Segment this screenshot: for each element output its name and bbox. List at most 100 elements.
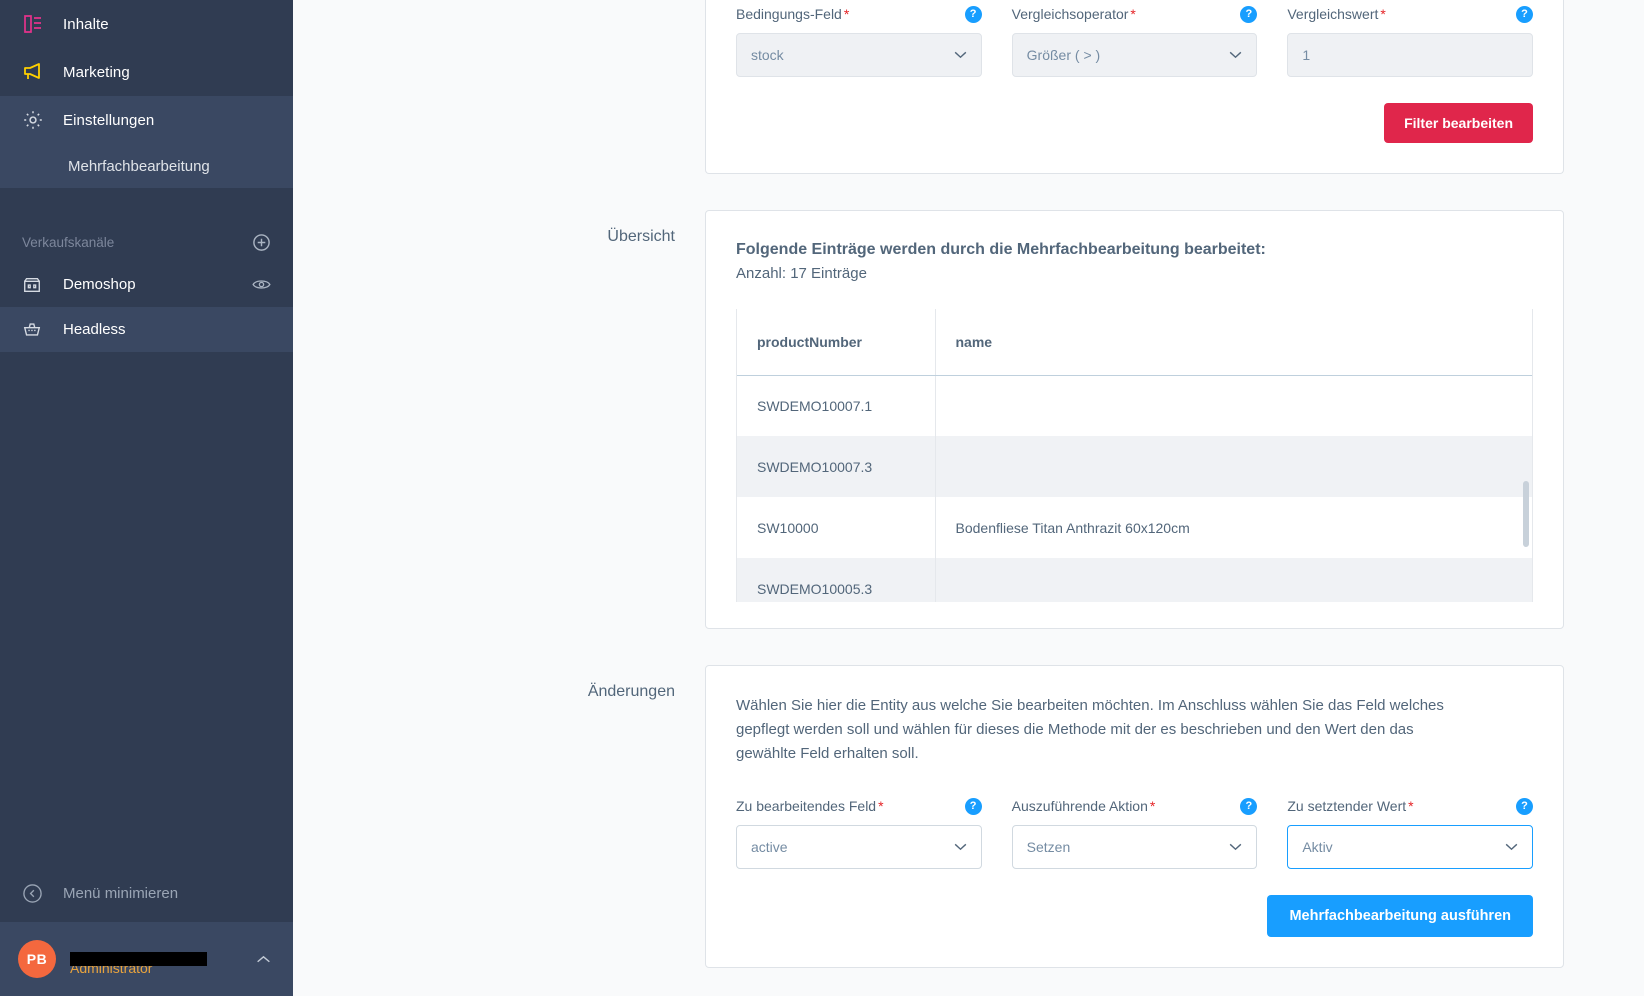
select-auszufuehrende-aktion[interactable]: Setzen xyxy=(1012,825,1258,869)
minimize-menu-button[interactable]: Menü minimieren xyxy=(0,864,293,922)
changes-section-label: Änderungen xyxy=(293,665,705,968)
field-vergleichsoperator: Vergleichsoperator* ? Größer ( > ) xyxy=(1012,0,1258,77)
content-column: Bedingungs-Feld* ? stock xyxy=(293,0,1644,968)
field-zu-bearbeitendes-feld: Zu bearbeitendes Feld* ? active xyxy=(736,792,982,869)
cell-productnumber: SW10000 xyxy=(737,497,935,558)
changes-section: Änderungen Wählen Sie hier die Entity au… xyxy=(293,665,1644,968)
avatar-initials: PB xyxy=(27,951,47,967)
cell-productnumber: SWDEMO10005.3 xyxy=(737,558,935,602)
overview-table-wrap: productNumber name SWDEMO10007.1 xyxy=(736,309,1533,602)
user-meta: Administrator xyxy=(70,941,256,978)
chevron-down-icon xyxy=(1229,51,1242,59)
storefront-icon xyxy=(22,275,48,295)
overview-section: Übersicht Folgende Einträge werden durch… xyxy=(293,210,1644,629)
minimize-menu-label: Menü minimieren xyxy=(63,885,178,902)
sidebar: Inhalte Marketing Eins xyxy=(0,0,293,996)
sidebar-divider xyxy=(0,188,293,222)
cell-name xyxy=(935,436,1532,497)
table-scrollbar[interactable] xyxy=(1521,309,1531,602)
required-marker: * xyxy=(1130,6,1135,22)
chevron-down-icon xyxy=(954,843,967,851)
table-row[interactable]: SWDEMO10007.3 xyxy=(737,436,1532,497)
select-zu-bearbeitendes-feld[interactable]: active xyxy=(736,825,982,869)
question-icon[interactable]: ? xyxy=(1516,6,1533,23)
required-marker: * xyxy=(878,798,883,814)
field-zu-setztender-wert: Zu setztender Wert* ? Aktiv xyxy=(1287,792,1533,869)
chevron-up-icon[interactable] xyxy=(256,955,275,964)
select-value: Setzen xyxy=(1027,839,1230,855)
filter-section-label xyxy=(293,0,705,174)
sidebar-section-verkaufskanaele: Verkaufskanäle xyxy=(0,222,293,262)
table-header-row: productNumber name xyxy=(737,309,1532,375)
question-icon[interactable]: ? xyxy=(1240,6,1257,23)
column-header-name[interactable]: name xyxy=(935,309,1532,375)
field-label: Zu setztender Wert* xyxy=(1287,798,1413,814)
input-vergleichswert[interactable]: 1 xyxy=(1287,33,1533,77)
gear-icon xyxy=(22,109,48,131)
filter-bearbeiten-button[interactable]: Filter bearbeiten xyxy=(1384,103,1533,143)
sidebar-channel-label: Headless xyxy=(63,321,126,338)
field-label: Auszuführende Aktion* xyxy=(1012,798,1156,814)
overview-table: productNumber name SWDEMO10007.1 xyxy=(737,309,1532,602)
cell-name: Bodenfliese Titan Anthrazit 60x120cm xyxy=(935,497,1532,558)
select-value: Größer ( > ) xyxy=(1027,47,1230,63)
changes-section-body: Wählen Sie hier die Entity aus welche Si… xyxy=(705,665,1564,968)
select-bedingungs-feld[interactable]: stock xyxy=(736,33,982,77)
table-row[interactable]: SWDEMO10007.1 xyxy=(737,375,1532,436)
cell-productnumber: SWDEMO10007.1 xyxy=(737,375,935,436)
sidebar-channel-headless[interactable]: Headless xyxy=(0,307,293,352)
question-icon[interactable]: ? xyxy=(1240,798,1257,815)
question-icon[interactable]: ? xyxy=(965,798,982,815)
changes-description: Wählen Sie hier die Entity aus welche Si… xyxy=(736,694,1448,766)
eye-icon[interactable] xyxy=(252,278,271,291)
select-value: Aktiv xyxy=(1302,839,1505,855)
sidebar-channel-demoshop[interactable]: Demoshop xyxy=(0,262,293,307)
plus-circle-icon[interactable] xyxy=(252,233,271,252)
question-icon[interactable]: ? xyxy=(965,6,982,23)
field-vergleichswert: Vergleichswert* ? 1 xyxy=(1287,0,1533,77)
select-value: active xyxy=(751,839,954,855)
field-auszufuehrende-aktion: Auszuführende Aktion* ? Setzen xyxy=(1012,792,1258,869)
table-row[interactable]: SW10000 Bodenfliese Titan Anthrazit 60x1… xyxy=(737,497,1532,558)
field-label: Bedingungs-Feld* xyxy=(736,6,849,22)
filter-button-row: Filter bearbeiten xyxy=(736,103,1533,143)
sidebar-item-inhalte[interactable]: Inhalte xyxy=(0,0,293,48)
required-marker: * xyxy=(1380,6,1385,22)
required-marker: * xyxy=(1150,798,1155,814)
sidebar-section-title: Verkaufskanäle xyxy=(22,235,114,250)
sidebar-item-marketing[interactable]: Marketing xyxy=(0,48,293,96)
question-icon[interactable]: ? xyxy=(1516,798,1533,815)
user-menu[interactable]: PB Administrator xyxy=(0,922,293,996)
sidebar-spacer xyxy=(0,352,293,864)
avatar: PB xyxy=(18,940,56,978)
sidebar-item-label: Inhalte xyxy=(63,16,109,33)
field-label: Zu bearbeitendes Feld* xyxy=(736,798,884,814)
cell-name xyxy=(935,375,1532,436)
app-root: Inhalte Marketing Eins xyxy=(0,0,1644,996)
sidebar-item-einstellungen[interactable]: Einstellungen xyxy=(0,96,293,144)
field-label: Vergleichswert* xyxy=(1287,6,1386,22)
column-header-productnumber[interactable]: productNumber xyxy=(737,309,935,375)
select-zu-setztender-wert[interactable]: Aktiv xyxy=(1287,825,1533,869)
overview-section-body: Folgende Einträge werden durch die Mehrf… xyxy=(705,210,1564,629)
megaphone-icon xyxy=(22,61,48,83)
main-content: Bedingungs-Feld* ? stock xyxy=(293,0,1644,996)
basket-icon xyxy=(22,320,48,339)
redaction-bar xyxy=(70,952,207,966)
table-row[interactable]: SWDEMO10005.3 xyxy=(737,558,1532,602)
sidebar-item-mehrfachbearbeitung[interactable]: Mehrfachbearbeitung xyxy=(0,144,293,188)
sidebar-channel-label: Demoshop xyxy=(63,276,136,293)
chevron-down-icon xyxy=(954,51,967,59)
changes-button-row: Mehrfachbearbeitung ausführen xyxy=(736,895,1533,937)
overview-card: Folgende Einträge werden durch die Mehrf… xyxy=(705,210,1564,629)
required-marker: * xyxy=(1408,798,1413,814)
select-value: stock xyxy=(751,47,954,63)
table-scrollbar-thumb[interactable] xyxy=(1523,481,1529,547)
mehrfachbearbeitung-ausfuehren-button[interactable]: Mehrfachbearbeitung ausführen xyxy=(1267,895,1533,937)
chevron-left-circle-icon xyxy=(22,883,48,904)
filter-card: Bedingungs-Feld* ? stock xyxy=(705,0,1564,174)
field-bedingungs-feld: Bedingungs-Feld* ? stock xyxy=(736,0,982,77)
sidebar-item-label: Marketing xyxy=(63,64,130,81)
cell-name xyxy=(935,558,1532,602)
select-vergleichsoperator[interactable]: Größer ( > ) xyxy=(1012,33,1258,77)
